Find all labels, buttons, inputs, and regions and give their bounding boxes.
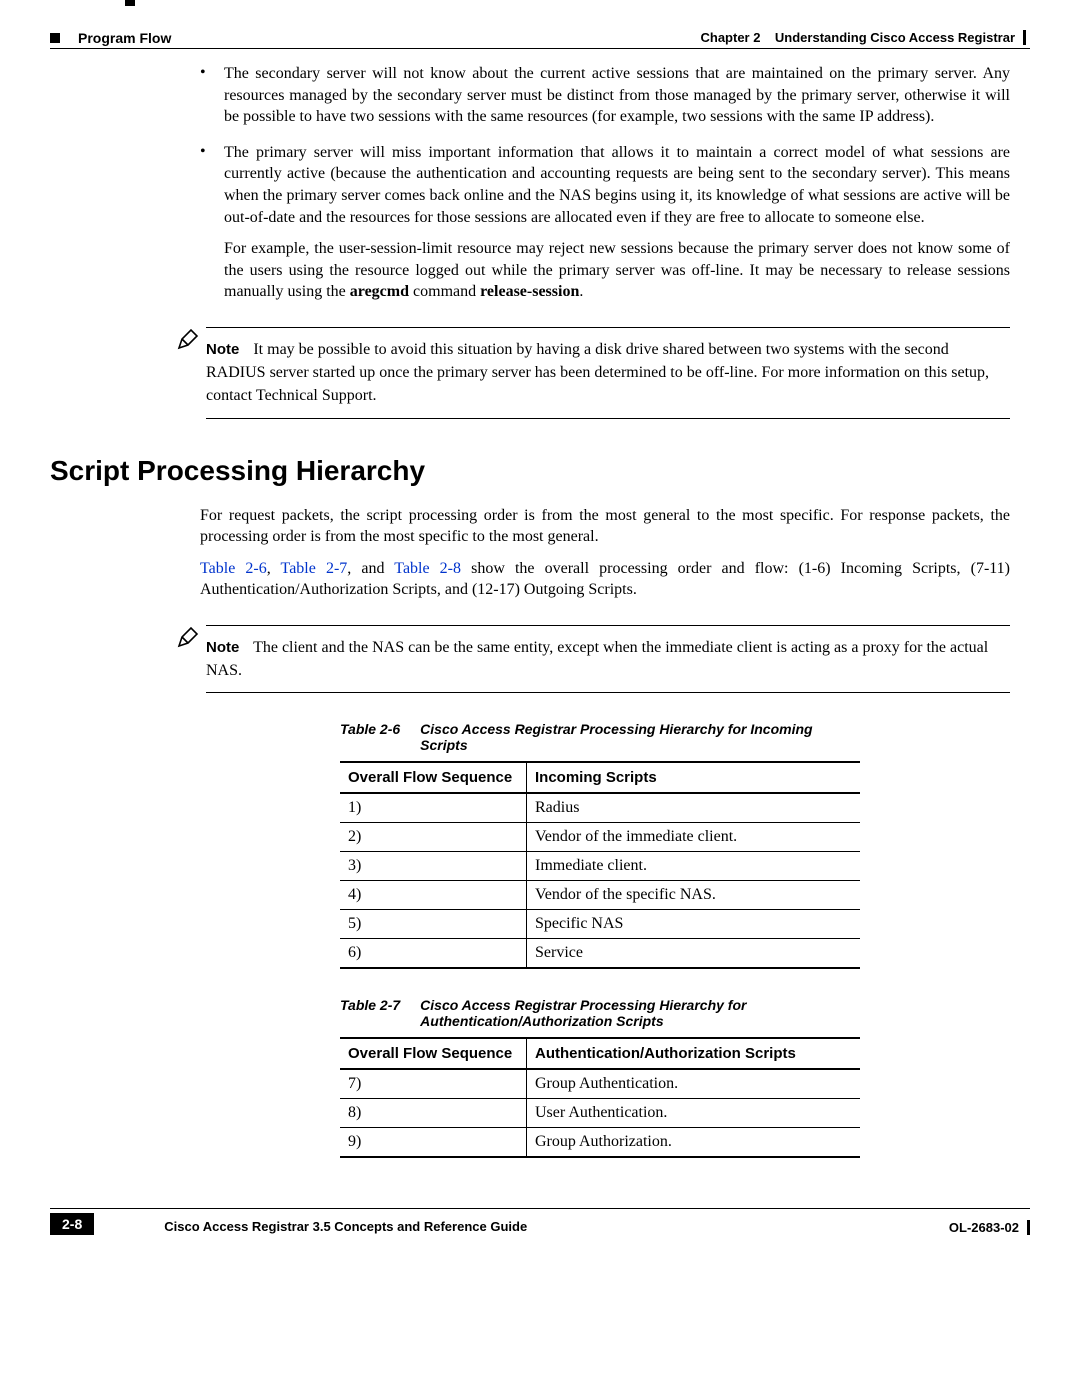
bullet-item: • The primary server will miss important…: [200, 142, 1010, 303]
column-header: Overall Flow Sequence: [340, 1038, 527, 1069]
table-2-6: Table 2-6 Cisco Access Registrar Process…: [340, 721, 860, 969]
header-section: Program Flow: [78, 30, 171, 46]
intro-paragraph: For request packets, the script processi…: [200, 505, 1010, 548]
bullet-text: The secondary server will not know about…: [224, 63, 1010, 128]
table-link[interactable]: Table 2-7: [281, 560, 348, 577]
running-footer: 2-8 Cisco Access Registrar 3.5 Concepts …: [50, 1208, 1030, 1235]
footer-doc-title: Cisco Access Registrar 3.5 Concepts and …: [164, 1219, 527, 1235]
footer-doc-id: OL-2683-02: [949, 1220, 1030, 1235]
bullet-icon: •: [200, 142, 224, 303]
pencil-icon: [176, 327, 200, 351]
table-row: 5)Specific NAS: [340, 910, 860, 939]
note-label: Note: [206, 341, 239, 358]
bullet-text: The primary server will miss important i…: [224, 142, 1010, 303]
table-link[interactable]: Table 2-6: [200, 560, 267, 577]
table-row: 1)Radius: [340, 793, 860, 823]
note-text: The client and the NAS can be the same e…: [206, 639, 988, 679]
bullet-icon: •: [200, 63, 224, 128]
data-table: Overall Flow Sequence Authentication/Aut…: [340, 1037, 860, 1158]
sub-paragraph: For example, the user-session-limit reso…: [224, 238, 1010, 303]
table-row: 4)Vendor of the specific NAS.: [340, 881, 860, 910]
column-header: Incoming Scripts: [527, 762, 861, 793]
header-right: Chapter 2 Understanding Cisco Access Reg…: [700, 30, 1030, 45]
note-block: Note The client and the NAS can be the s…: [140, 625, 1010, 693]
running-header: Program Flow Chapter 2 Understanding Cis…: [50, 30, 1030, 49]
chapter-label: Chapter 2: [700, 30, 760, 45]
section-heading: Script Processing Hierarchy: [50, 455, 1010, 487]
bullet-item: • The secondary server will not know abo…: [200, 63, 1010, 128]
header-square-icon: [50, 33, 60, 43]
chapter-title: Understanding Cisco Access Registrar: [775, 30, 1015, 45]
table-row: 3)Immediate client.: [340, 852, 860, 881]
body-content: • The secondary server will not know abo…: [200, 63, 1010, 1158]
note-block: Note It may be possible to avoid this si…: [140, 327, 1010, 419]
table-row: 8)User Authentication.: [340, 1099, 860, 1128]
column-header: Overall Flow Sequence: [340, 762, 527, 793]
column-header: Authentication/Authorization Scripts: [527, 1038, 861, 1069]
command-name: release-session: [480, 283, 579, 300]
table-2-7: Table 2-7 Cisco Access Registrar Process…: [340, 997, 860, 1158]
table-row: 9)Group Authorization.: [340, 1128, 860, 1158]
table-caption: Table 2-7 Cisco Access Registrar Process…: [340, 997, 860, 1029]
footer-square-icon: [125, 0, 135, 6]
intro-paragraph: Table 2-6, Table 2-7, and Table 2-8 show…: [200, 558, 1010, 601]
command-name: aregcmd: [350, 283, 409, 300]
table-row: 2)Vendor of the immediate client.: [340, 823, 860, 852]
data-table: Overall Flow Sequence Incoming Scripts 1…: [340, 761, 860, 969]
table-link[interactable]: Table 2-8: [394, 560, 461, 577]
note-text: It may be possible to avoid this situati…: [206, 341, 989, 404]
page: Program Flow Chapter 2 Understanding Cis…: [0, 0, 1080, 1265]
header-left: Program Flow: [50, 30, 171, 46]
pencil-icon: [176, 625, 200, 649]
table-row: 7)Group Authentication.: [340, 1069, 860, 1099]
page-number-badge: 2-8: [50, 1213, 94, 1235]
note-label: Note: [206, 639, 239, 656]
table-caption: Table 2-6 Cisco Access Registrar Process…: [340, 721, 860, 753]
table-row: 6)Service: [340, 939, 860, 969]
